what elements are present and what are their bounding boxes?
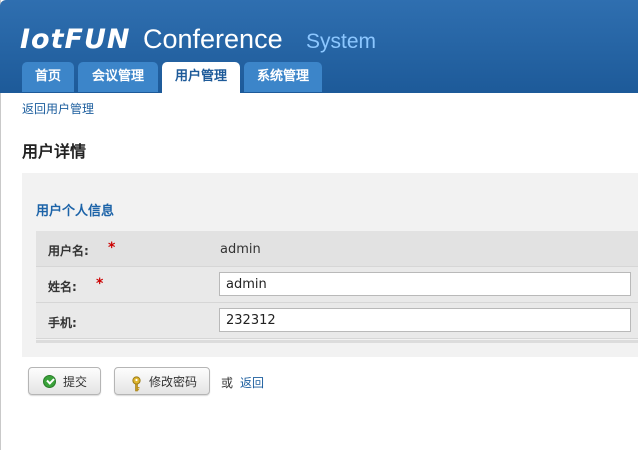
tab-user-management[interactable]: 用户管理 xyxy=(162,62,240,93)
required-marker: * xyxy=(96,276,104,292)
or-text: 或 xyxy=(221,376,234,390)
section-title: 用户个人信息 xyxy=(36,204,115,219)
change-password-button-label: 修改密码 xyxy=(149,375,198,389)
user-info-panel: 用户个人信息 用户名: * admin 姓名: * 手机: xyxy=(22,173,638,357)
phone-input[interactable] xyxy=(219,308,631,332)
name-label: 姓名: xyxy=(48,280,77,294)
submit-button-label: 提交 xyxy=(63,375,88,389)
app-header: IotFUN Conference System 首页 会议管理 用户管理 系统… xyxy=(0,0,638,93)
tab-meeting-management[interactable]: 会议管理 xyxy=(78,62,158,92)
change-password-button[interactable]: 修改密码 xyxy=(114,367,210,395)
form-row-username: 用户名: * admin xyxy=(36,231,638,267)
tab-home[interactable]: 首页 xyxy=(22,62,74,92)
back-to-user-management-link[interactable]: 返回用户管理 xyxy=(22,100,94,117)
required-marker: * xyxy=(108,240,116,256)
panel-divider xyxy=(36,340,638,343)
submit-button[interactable]: 提交 xyxy=(28,367,101,395)
key-icon xyxy=(131,374,144,392)
app-title: Conference xyxy=(143,24,283,54)
form-row-name: 姓名: * xyxy=(36,267,638,303)
tab-system-management[interactable]: 系统管理 xyxy=(244,62,322,92)
form-row-phone: 手机: xyxy=(36,303,638,339)
name-input[interactable] xyxy=(219,272,631,296)
phone-label: 手机: xyxy=(48,316,77,330)
page-title: 用户详情 xyxy=(22,142,87,161)
app-subtitle: System xyxy=(306,30,377,53)
username-label: 用户名: xyxy=(48,244,89,258)
return-link[interactable]: 返回 xyxy=(240,374,264,391)
check-icon xyxy=(43,375,56,388)
username-value: admin xyxy=(220,242,261,257)
brand-logo: IotFUN xyxy=(20,24,131,55)
